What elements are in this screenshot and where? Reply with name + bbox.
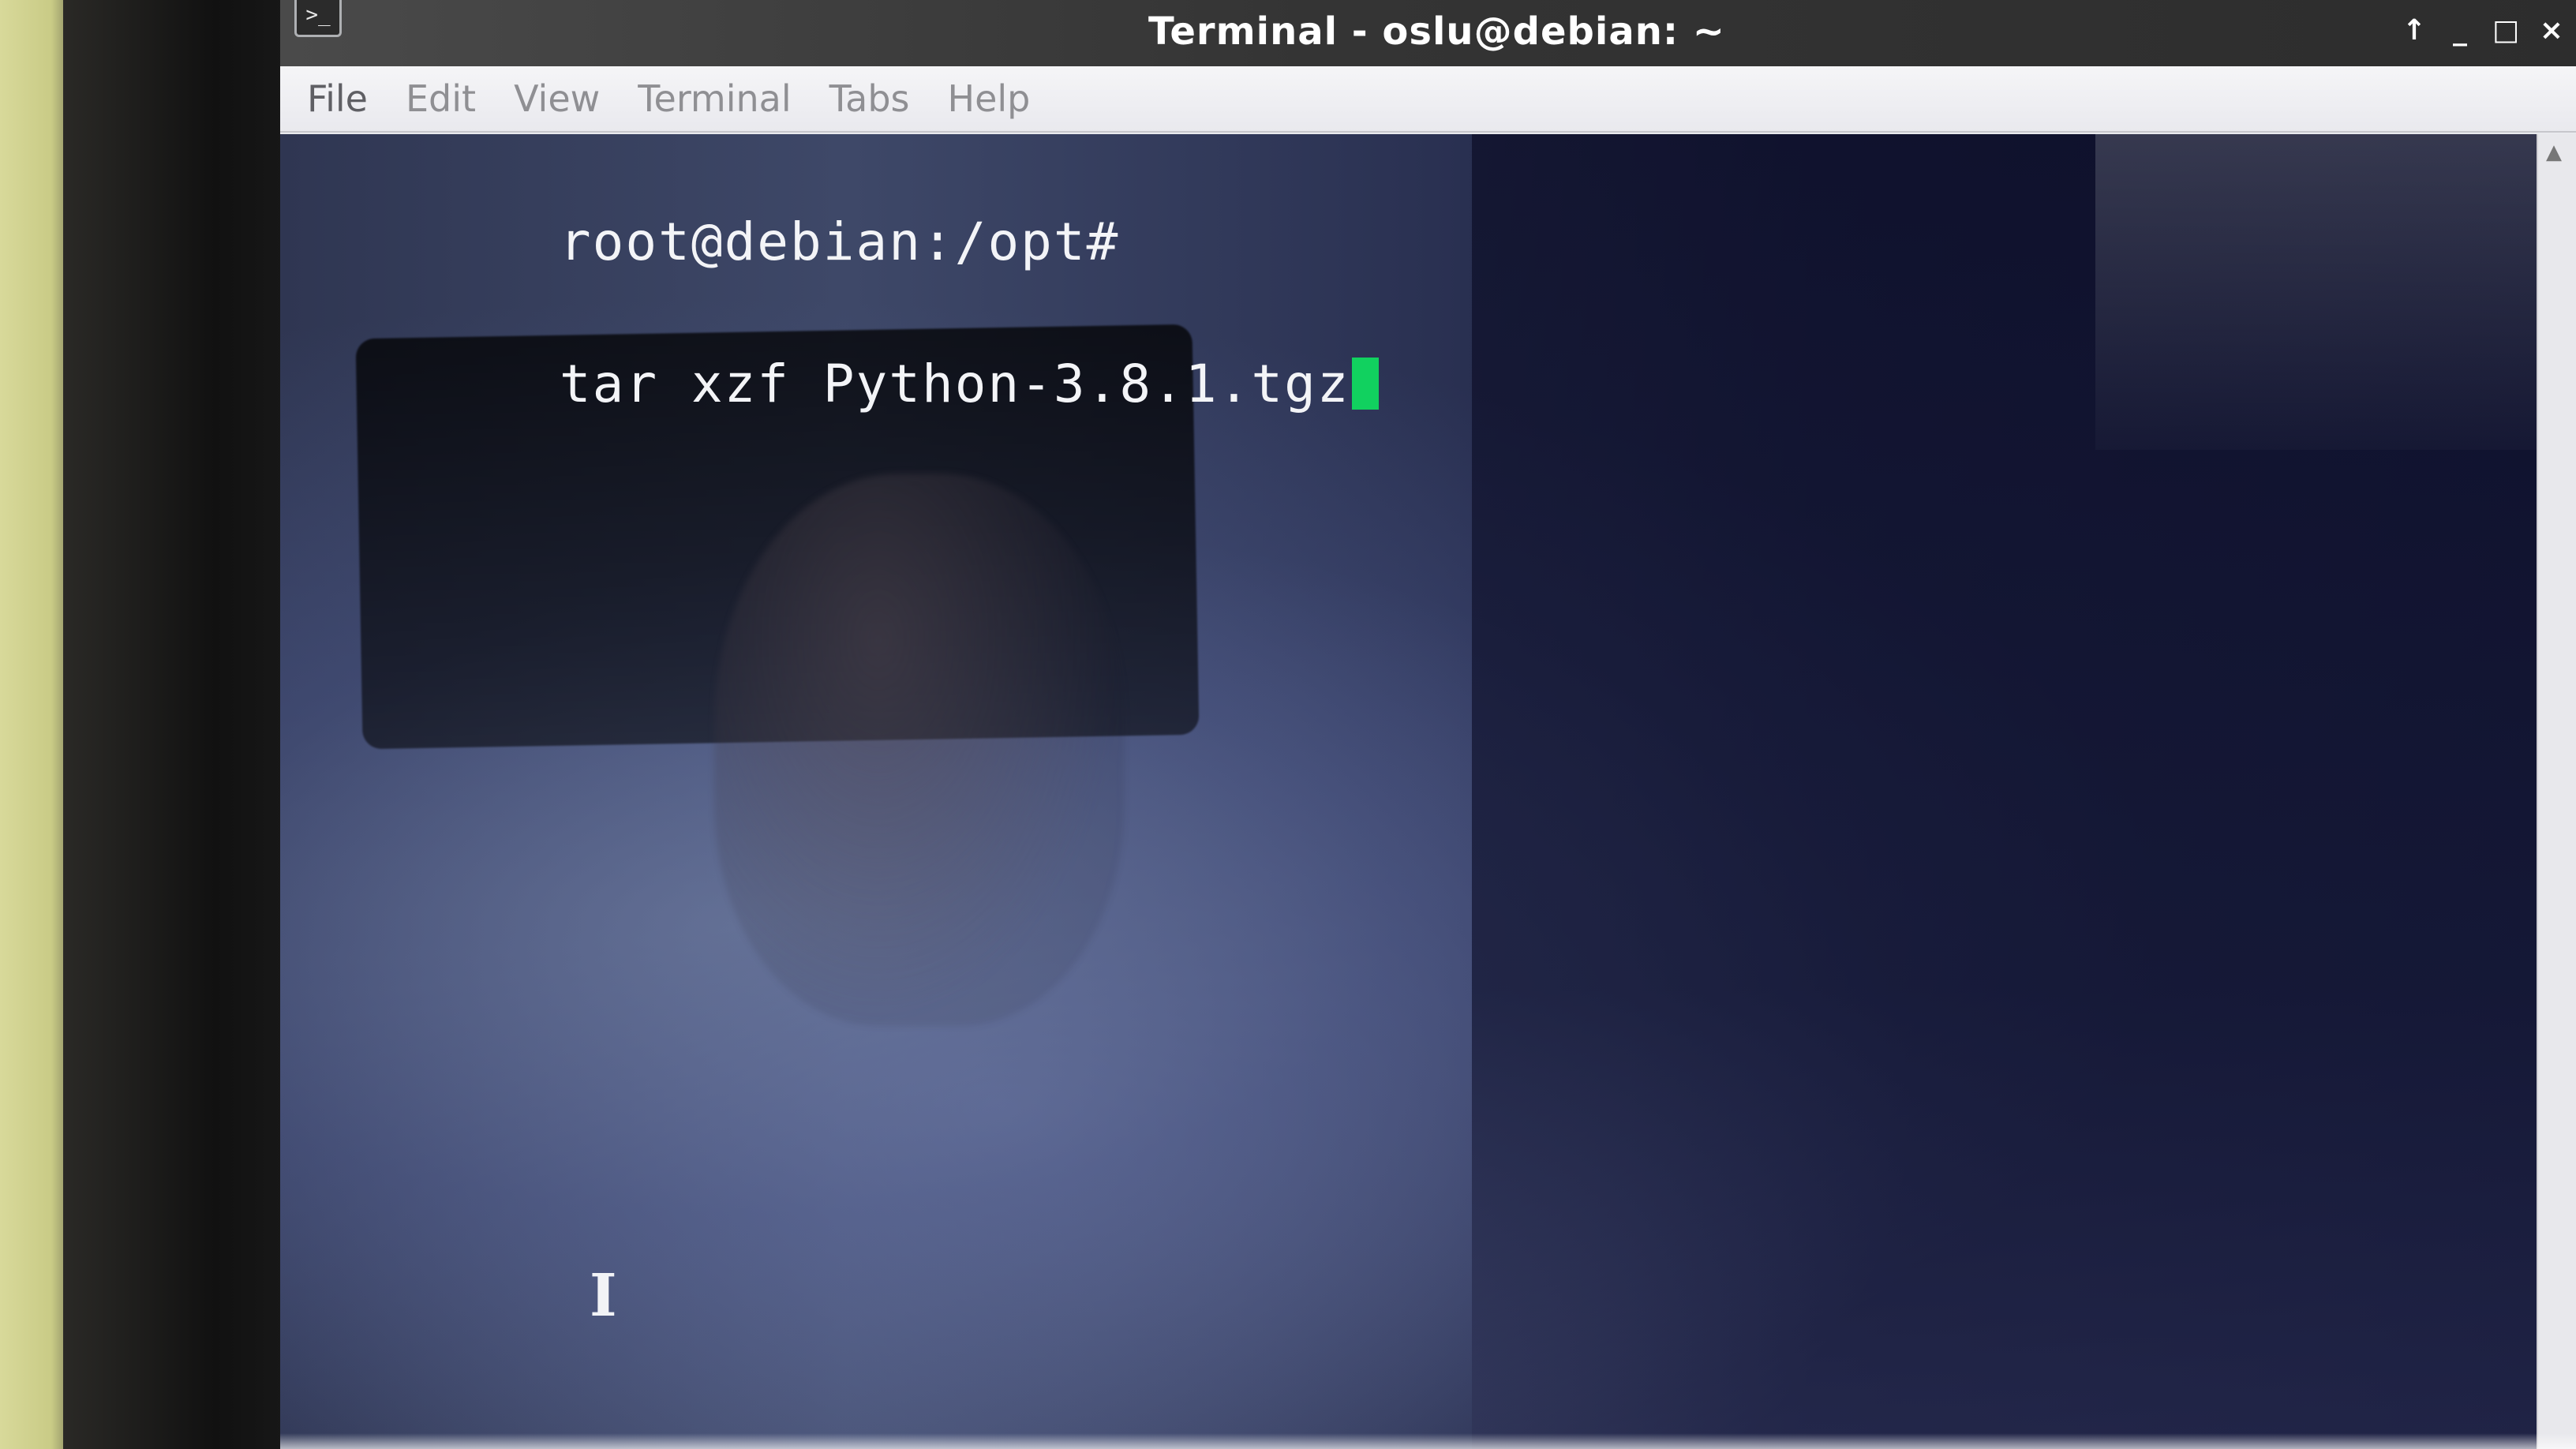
monitor-photo: >_ Terminal - oslu@debian: ~ ↑ _ □ × Fil… — [0, 0, 2576, 1449]
terminal-output[interactable]: root@debian:/opt# tar xzf Python-3.8.1.t… — [280, 134, 2537, 1449]
menu-terminal[interactable]: Terminal — [638, 77, 791, 120]
minimize-icon[interactable]: _ — [2445, 16, 2475, 46]
screen-reflection-wall — [1472, 134, 2537, 1449]
terminal-icon: >_ — [294, 0, 342, 37]
command-line[interactable]: root@debian:/opt# tar xzf Python-3.8.1.t… — [296, 136, 1379, 491]
scroll-up-icon[interactable]: ▲ — [2546, 140, 2562, 164]
terminal-window[interactable]: >_ Terminal - oslu@debian: ~ ↑ _ □ × Fil… — [280, 0, 2576, 1449]
menu-view[interactable]: View — [514, 77, 600, 120]
menu-bar: File Edit View Terminal Tabs Help — [280, 66, 2576, 133]
menu-help[interactable]: Help — [948, 77, 1031, 120]
pin-icon[interactable]: ↑ — [2399, 16, 2429, 46]
vertical-scrollbar[interactable]: ▲ — [2537, 134, 2576, 1449]
close-icon[interactable]: × — [2537, 16, 2567, 46]
terminal-command[interactable]: tar xzf Python-3.8.1.tgz — [560, 354, 1350, 414]
title-bar[interactable]: >_ Terminal - oslu@debian: ~ ↑ _ □ × — [280, 0, 2576, 66]
terminal-cursor — [1351, 358, 1379, 410]
maximize-icon[interactable]: □ — [2491, 16, 2521, 46]
menu-file[interactable]: File — [307, 77, 368, 120]
menu-edit[interactable]: Edit — [406, 77, 476, 120]
terminal-prompt: root@debian:/opt# — [559, 212, 1120, 272]
screen-reflection-hand — [714, 474, 1125, 1026]
window-title: Terminal - oslu@debian: ~ — [1148, 9, 1726, 54]
menu-tabs[interactable]: Tabs — [829, 77, 910, 120]
window-controls: ↑ _ □ × — [2399, 16, 2567, 46]
screen-bottom-edge — [280, 1433, 2576, 1449]
screen-reflection-light — [2095, 134, 2537, 450]
monitor-bezel — [63, 0, 316, 1449]
mouse-i-beam-cursor: I — [590, 1262, 617, 1330]
